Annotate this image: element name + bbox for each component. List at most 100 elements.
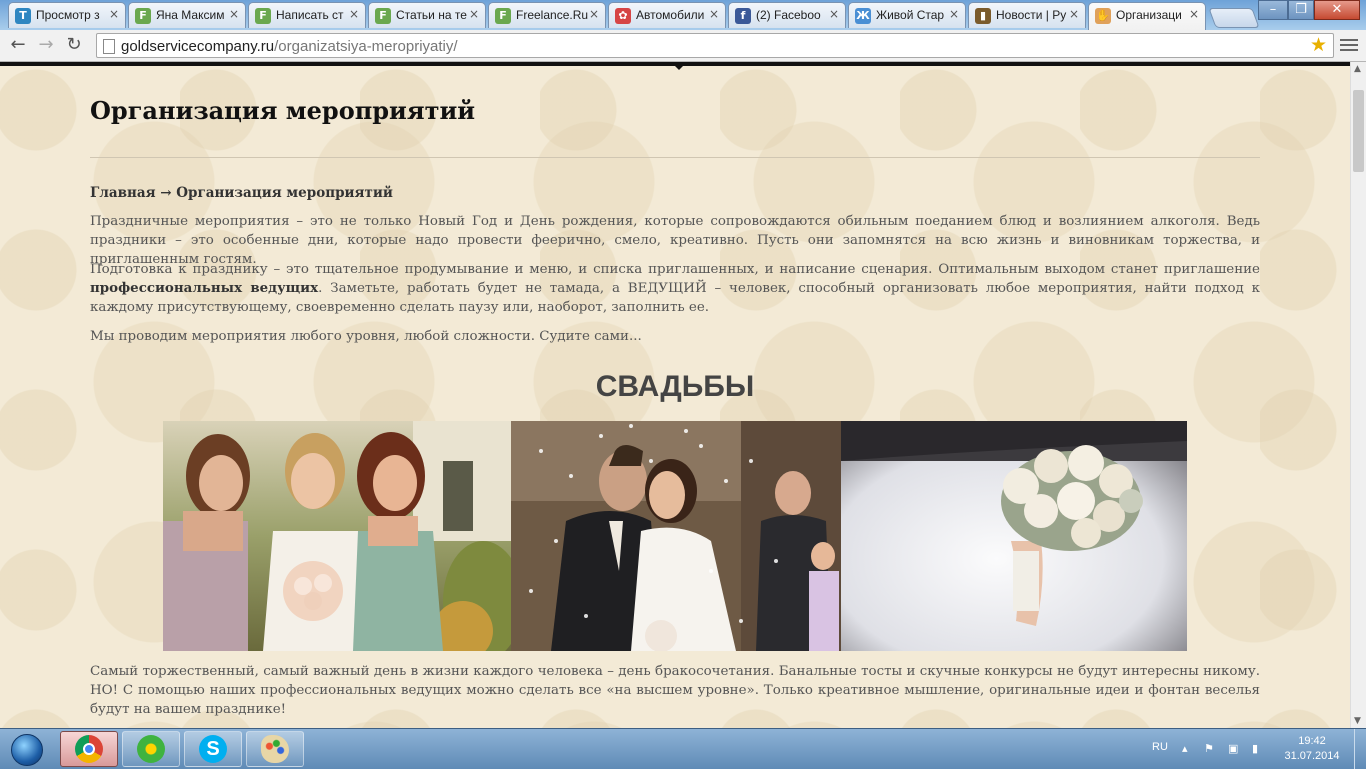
tab-close-icon[interactable]: × xyxy=(1189,7,1199,21)
reload-icon[interactable]: ↻ xyxy=(62,34,86,56)
network-adapter-icon[interactable]: ▣ xyxy=(1228,742,1242,756)
tab-favicon-icon: ▮ xyxy=(975,8,991,24)
url-path: /organizatsiya-meropriyatiy/ xyxy=(274,38,458,55)
scrollbar-thumb[interactable] xyxy=(1353,90,1364,172)
tab-favicon-icon: f xyxy=(735,8,751,24)
clock-time: 19:42 xyxy=(1298,735,1326,747)
icq-flower-icon xyxy=(137,735,165,763)
browser-tab[interactable]: F Статьи на те × xyxy=(368,2,486,28)
taskbar-skype-app[interactable]: S xyxy=(184,731,242,767)
back-arrow-icon[interactable]: ← xyxy=(6,34,30,56)
tab-close-icon[interactable]: × xyxy=(709,7,719,21)
preparation-paragraph: Подготовка к празднику – это тщательное … xyxy=(90,260,1260,317)
tab-close-icon[interactable]: × xyxy=(949,7,959,21)
tab-title: Организаци xyxy=(1116,8,1182,22)
tab-title: Просмотр з xyxy=(36,8,100,22)
signal-strength-icon[interactable]: ▮ xyxy=(1252,742,1266,756)
chrome-menu-icon[interactable] xyxy=(1340,36,1358,54)
top-bar-arrow-icon xyxy=(675,66,683,70)
url-text: goldservicecompany.ru/organizatsiya-mero… xyxy=(121,38,458,55)
tab-title: Freelance.Ru xyxy=(516,8,588,22)
breadcrumb-separator: → xyxy=(155,185,177,201)
title-divider xyxy=(90,157,1260,158)
close-window-button[interactable]: ✕ xyxy=(1314,0,1360,20)
url-domain: goldservicecompany.ru xyxy=(121,38,275,55)
browser-tab[interactable]: F Яна Максим × xyxy=(128,2,246,28)
tab-close-icon[interactable]: × xyxy=(829,7,839,21)
breadcrumb-current: Организация мероприятий xyxy=(176,185,393,201)
paint-palette-icon xyxy=(261,735,289,763)
browser-tab[interactable]: ✋ Организаци × xyxy=(1088,2,1206,30)
bridesmaids-illustration xyxy=(163,421,511,651)
new-tab-button[interactable] xyxy=(1208,8,1260,28)
browser-tab[interactable]: f (2) Faceboo × xyxy=(728,2,846,28)
tab-close-icon[interactable]: × xyxy=(229,7,239,21)
wedding-photo-banner xyxy=(163,421,1187,651)
bridal-bouquet-photo xyxy=(841,421,1187,651)
bridal-bouquet-illustration xyxy=(841,421,1187,651)
taskbar-paint-app[interactable] xyxy=(246,731,304,767)
language-indicator[interactable]: RU xyxy=(1152,741,1168,753)
tab-close-icon[interactable]: × xyxy=(349,7,359,21)
chrome-icon xyxy=(75,735,103,763)
system-clock[interactable]: 19:42 31.07.2014 xyxy=(1280,734,1344,764)
tab-close-icon[interactable]: × xyxy=(109,7,119,21)
browser-tab[interactable]: ▮ Новости | Ру × xyxy=(968,2,1086,28)
tab-favicon-icon: F xyxy=(135,8,151,24)
browser-toolbar: ← → ↻ goldservicecompany.ru/organizatsiy… xyxy=(0,30,1366,62)
taskbar-chrome-app[interactable] xyxy=(60,731,118,767)
tab-title: Яна Максим xyxy=(156,8,225,22)
browser-tab[interactable]: Т Просмотр з × xyxy=(8,2,126,28)
skype-icon: S xyxy=(199,735,227,763)
tab-close-icon[interactable]: × xyxy=(1069,7,1079,21)
tab-strip: Т Просмотр з × F Яна Максим × F Написать ст × F Ст… xyxy=(0,0,1366,30)
browser-tab[interactable]: ✿ Автомобили × xyxy=(608,2,726,28)
weddings-paragraph: Самый торжественный, самый важный день в… xyxy=(90,664,1260,717)
vertical-scrollbar[interactable]: ▲ ▼ xyxy=(1350,62,1366,728)
start-button[interactable] xyxy=(2,730,50,768)
tab-favicon-icon: F xyxy=(255,8,271,24)
forward-arrow-icon[interactable]: → xyxy=(34,34,58,56)
tab-title: Новости | Ру xyxy=(996,8,1067,22)
tab-favicon-icon: Ж xyxy=(855,8,871,24)
tab-title: Живой Стар xyxy=(876,8,945,22)
address-bar[interactable]: goldservicecompany.ru/organizatsiya-mero… xyxy=(96,33,1334,58)
tab-close-icon[interactable]: × xyxy=(469,7,479,21)
page-viewport: Организация мероприятий Главная → Органи… xyxy=(0,62,1350,728)
tab-favicon-icon: Т xyxy=(15,8,31,24)
para2-start: Подготовка к празднику – это тщательное … xyxy=(90,262,1260,277)
tab-favicon-icon: ✿ xyxy=(615,8,631,24)
wedding-kiss-photo xyxy=(511,421,841,651)
breadcrumb-home-link[interactable]: Главная xyxy=(90,185,156,201)
bridesmaids-photo xyxy=(163,421,511,651)
weddings-heading: СВАДЬБЫ xyxy=(595,370,755,403)
action-center-flag-icon[interactable]: ⚑ xyxy=(1204,742,1218,756)
show-desktop-button[interactable] xyxy=(1354,729,1366,769)
page-title: Организация мероприятий xyxy=(90,96,476,125)
maximize-button[interactable]: ❐ xyxy=(1288,0,1314,20)
wedding-kiss-illustration xyxy=(511,421,841,651)
tab-title: (2) Faceboo xyxy=(756,8,821,22)
tab-title: Написать ст xyxy=(276,8,344,22)
windows-taskbar: S RU ▴ ⚑ ▣ ▮ 19:42 31.07.2014 xyxy=(0,728,1366,769)
scroll-down-arrow-icon[interactable]: ▼ xyxy=(1354,716,1361,726)
taskbar-icq-app[interactable] xyxy=(122,731,180,767)
tab-favicon-icon: ✋ xyxy=(1095,8,1111,24)
scroll-up-arrow-icon[interactable]: ▲ xyxy=(1354,64,1361,74)
clock-date: 31.07.2014 xyxy=(1284,750,1340,762)
tab-close-icon[interactable]: × xyxy=(589,7,599,21)
professional-hosts-link[interactable]: профессиональных ведущих xyxy=(90,280,318,296)
browser-tab[interactable]: F Написать ст × xyxy=(248,2,366,28)
bookmark-star-icon[interactable]: ★ xyxy=(1310,34,1327,57)
browser-tab[interactable]: F Freelance.Ru × xyxy=(488,2,606,28)
tab-title: Автомобили xyxy=(636,8,705,22)
page-icon xyxy=(103,39,115,54)
browser-tab[interactable]: Ж Живой Стар × xyxy=(848,2,966,28)
tab-favicon-icon: F xyxy=(495,8,511,24)
minimize-button[interactable]: – xyxy=(1258,0,1288,20)
windows-logo-icon xyxy=(11,734,43,766)
show-hidden-icons-arrow-icon[interactable]: ▴ xyxy=(1182,742,1196,756)
levels-paragraph: Мы проводим мероприятия любого уровня, л… xyxy=(90,329,642,344)
breadcrumb: Главная → Организация мероприятий xyxy=(90,185,393,201)
tab-favicon-icon: F xyxy=(375,8,391,24)
